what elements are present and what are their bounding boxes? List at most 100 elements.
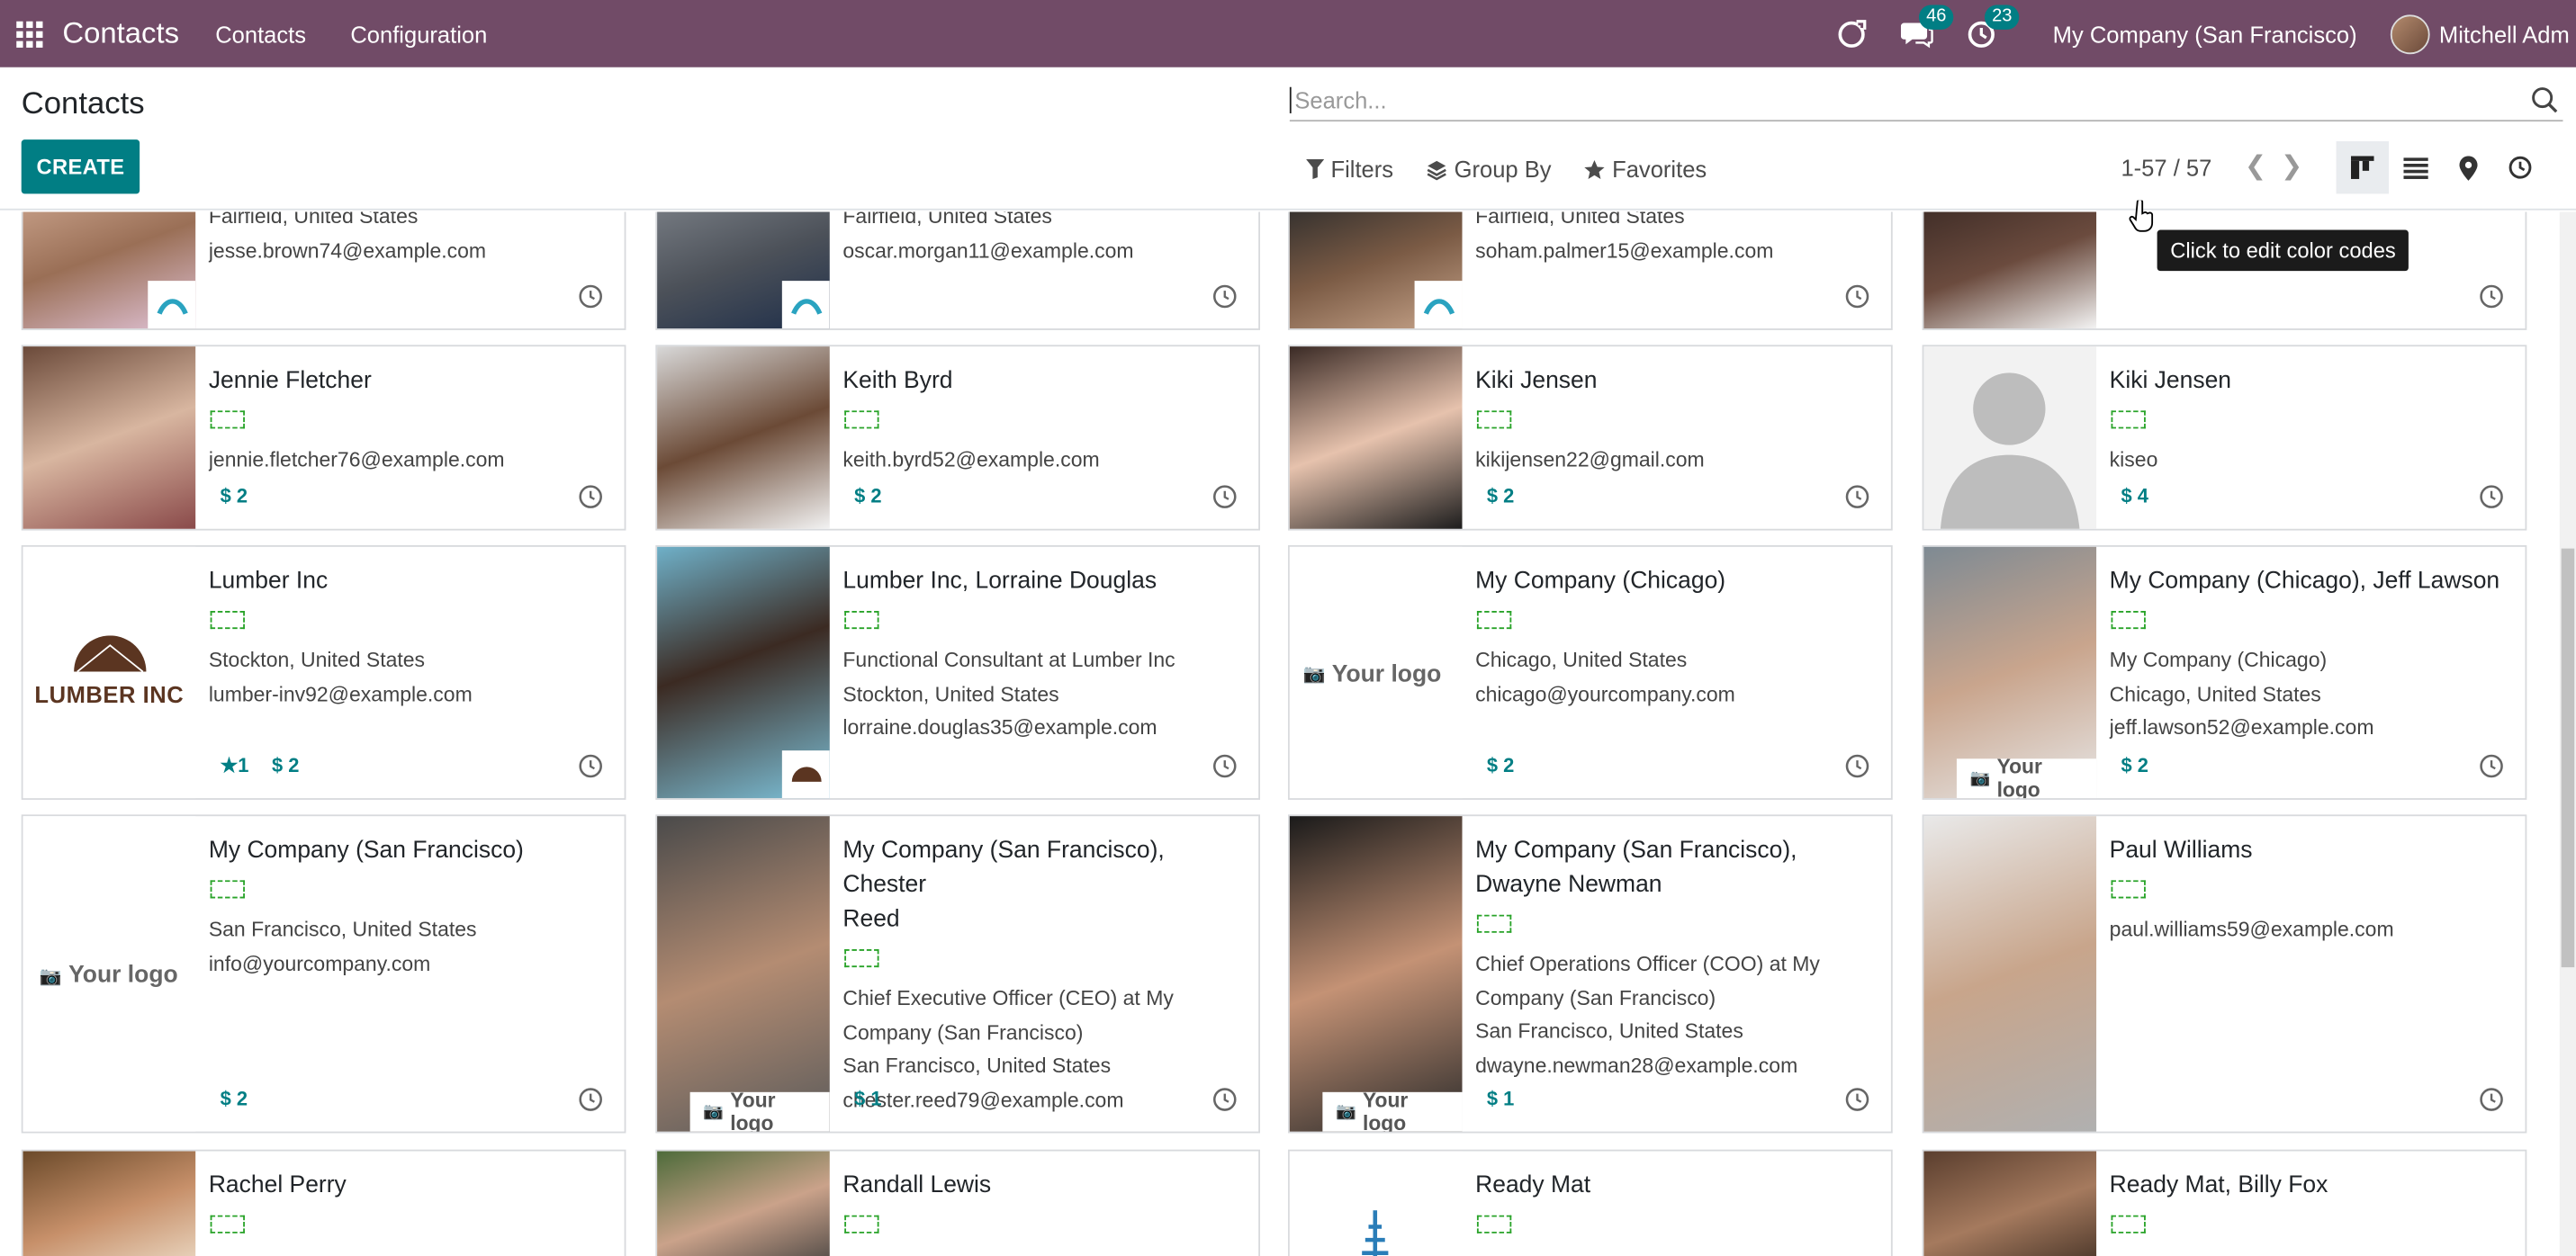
- contact-card[interactable]: 📷 Your logo My Company (San Francisco), Ch…: [655, 814, 1261, 1134]
- contact-name: Ready Mat: [1475, 1172, 1591, 1199]
- your-logo: 📷 Your logo: [1302, 660, 1442, 687]
- contact-card[interactable]: 📷 Your logo My Company (Chicago), Jeff Law…: [1922, 544, 2527, 800]
- create-button[interactable]: CREATE: [21, 139, 140, 194]
- kanban-view-button[interactable]: [2336, 140, 2389, 194]
- contact-card[interactable]: Ready Mat ● Vendor / Desk Manufacturers: [1288, 1149, 1893, 1256]
- list-icon: [2402, 157, 2427, 179]
- sales-count[interactable]: $ 2: [221, 1087, 248, 1110]
- chat-icon[interactable]: 46: [1901, 4, 1953, 49]
- company-badge: 📷 Your logo: [689, 1089, 830, 1132]
- filter-icon: [1306, 159, 1325, 179]
- activity-clock-icon[interactable]: [1845, 484, 1869, 508]
- color-tag-box[interactable]: [2111, 611, 2146, 630]
- contact-card[interactable]: Randall Lewis: [655, 1149, 1261, 1256]
- contact-card[interactable]: Keith Byrd keith.byrd52@example.com $ 2: [655, 345, 1261, 531]
- activity-clock-icon[interactable]: [1212, 484, 1237, 508]
- filters-button[interactable]: Filters: [1306, 156, 1393, 183]
- scrollbar-thumb[interactable]: [2561, 548, 2575, 968]
- color-tag-box[interactable]: [1476, 914, 1512, 933]
- color-tag-box[interactable]: [2111, 1215, 2146, 1234]
- user-menu[interactable]: Mitchell Adm: [2439, 21, 2570, 47]
- opportunity-count[interactable]: ★1: [221, 754, 249, 777]
- contact-card[interactable]: Paul Williams paul.williams59@example.com: [1922, 814, 2527, 1134]
- contact-card[interactable]: LUMBER INC Lumber Inc Stockton, United Sta…: [21, 544, 626, 800]
- contact-image: [657, 211, 830, 329]
- activity-clock-icon[interactable]: [2479, 754, 2503, 778]
- contact-card[interactable]: Ready Mat, Billy Fox: [1922, 1149, 2527, 1256]
- color-tag-box[interactable]: [210, 611, 245, 630]
- sales-count[interactable]: $ 2: [854, 484, 881, 507]
- contact-card[interactable]: Fairfield, United States soham.palmer15@e…: [1288, 211, 1893, 330]
- sales-count[interactable]: $ 2: [1487, 484, 1514, 507]
- activity-clock-icon[interactable]: [2479, 284, 2503, 309]
- contact-card[interactable]: Kiki Jensen kikijensen22@gmail.com $ 2: [1288, 345, 1893, 531]
- sales-count[interactable]: $ 2: [1487, 754, 1514, 777]
- activity-clock-icon[interactable]: [1845, 1087, 1869, 1111]
- activity-clock-icon[interactable]: [1845, 754, 1869, 778]
- menu-configuration[interactable]: Configuration: [350, 21, 487, 47]
- contact-meta: $ 2: [854, 484, 881, 507]
- contact-card[interactable]: Lumber Inc, Lorraine Douglas Functional C…: [655, 544, 1261, 800]
- sales-count[interactable]: $ 4: [2121, 484, 2148, 507]
- color-tag-box[interactable]: [2111, 880, 2146, 899]
- activity-clock-icon[interactable]: [579, 1087, 603, 1111]
- sales-count[interactable]: $ 2: [272, 754, 299, 777]
- top-navbar: Contacts Contacts Configuration 46 23 My…: [0, 0, 2576, 67]
- list-view-button[interactable]: [2389, 141, 2441, 193]
- sales-count[interactable]: $ 1: [854, 1087, 881, 1110]
- pager-previous-icon[interactable]: ❮: [2238, 149, 2274, 183]
- activity-clock-icon[interactable]: [1212, 1087, 1237, 1111]
- contact-image: LUMBER INC: [23, 546, 196, 799]
- contact-detail: chester.reed79@example.com: [842, 1088, 1124, 1112]
- contact-card[interactable]: Rachel Perry: [21, 1149, 626, 1256]
- groupby-button[interactable]: Group By: [1427, 156, 1552, 183]
- contact-image: [1923, 346, 2097, 529]
- app-title[interactable]: Contacts: [62, 16, 179, 50]
- favorites-button[interactable]: Favorites: [1584, 156, 1707, 183]
- activity-clock-icon[interactable]: [1212, 754, 1237, 778]
- sales-count[interactable]: $ 2: [2121, 754, 2148, 777]
- activity-clock-icon[interactable]: [1212, 284, 1237, 309]
- search-input[interactable]: [1289, 86, 2530, 113]
- contact-card[interactable]: Fairfield, United States oscar.morgan11@e…: [655, 211, 1261, 330]
- pager-value[interactable]: 1-57 / 57: [2121, 155, 2211, 181]
- apps-menu-icon[interactable]: [4, 0, 56, 67]
- activity-clock-icon[interactable]: 23: [1968, 4, 2019, 49]
- sales-count[interactable]: $ 2: [221, 484, 248, 507]
- scrollbar[interactable]: [2559, 211, 2576, 1256]
- color-tag-box[interactable]: [844, 949, 879, 968]
- contact-card[interactable]: Jennie Fletcher jennie.fletcher76@example…: [21, 345, 626, 531]
- activity-clock-icon[interactable]: [579, 284, 603, 309]
- company-badge: 📷 Your logo: [1322, 1089, 1463, 1132]
- activity-clock-icon[interactable]: [579, 484, 603, 508]
- activity-view-button[interactable]: [2494, 141, 2546, 193]
- color-tag-box[interactable]: [210, 410, 245, 429]
- color-tag-box[interactable]: [210, 1215, 245, 1234]
- contact-card[interactable]: Kiki Jensen kiseo $ 4: [1922, 345, 2527, 531]
- contact-name: Kiki Jensen: [2109, 367, 2232, 395]
- search-icon[interactable]: [2530, 85, 2560, 115]
- company-switcher[interactable]: My Company (San Francisco): [2053, 21, 2357, 47]
- activity-clock-icon[interactable]: [1845, 284, 1869, 309]
- user-avatar[interactable]: [2390, 13, 2429, 54]
- color-tag-box[interactable]: [1476, 1215, 1512, 1234]
- contact-card[interactable]: 📷 Your logo My Company (San Francisco) San …: [21, 814, 626, 1134]
- color-tag-box[interactable]: [844, 410, 879, 429]
- sales-count[interactable]: $ 1: [1487, 1087, 1514, 1110]
- color-tag-box[interactable]: [2111, 410, 2146, 429]
- color-tag-box[interactable]: [1476, 410, 1512, 429]
- voip-icon[interactable]: [1836, 17, 1869, 50]
- color-tag-box[interactable]: [844, 611, 879, 630]
- menu-contacts[interactable]: Contacts: [215, 21, 306, 47]
- activity-clock-icon[interactable]: [2479, 484, 2503, 508]
- activity-clock-icon[interactable]: [2479, 1087, 2503, 1111]
- color-tag-box[interactable]: [844, 1215, 879, 1234]
- map-view-button[interactable]: [2441, 141, 2493, 193]
- activity-clock-icon[interactable]: [579, 754, 603, 778]
- color-tag-box[interactable]: [1476, 611, 1512, 630]
- pager-next-icon[interactable]: ❯: [2274, 149, 2310, 183]
- contact-card[interactable]: 📷 Your logo My Company (Chicago) Chicago, U…: [1288, 544, 1893, 800]
- contact-card[interactable]: Fairfield, United States jesse.brown74@ex…: [21, 211, 626, 330]
- color-tag-box[interactable]: [210, 880, 245, 899]
- contact-card[interactable]: 📷 Your logo My Company (San Francisco), Dwa…: [1288, 814, 1893, 1134]
